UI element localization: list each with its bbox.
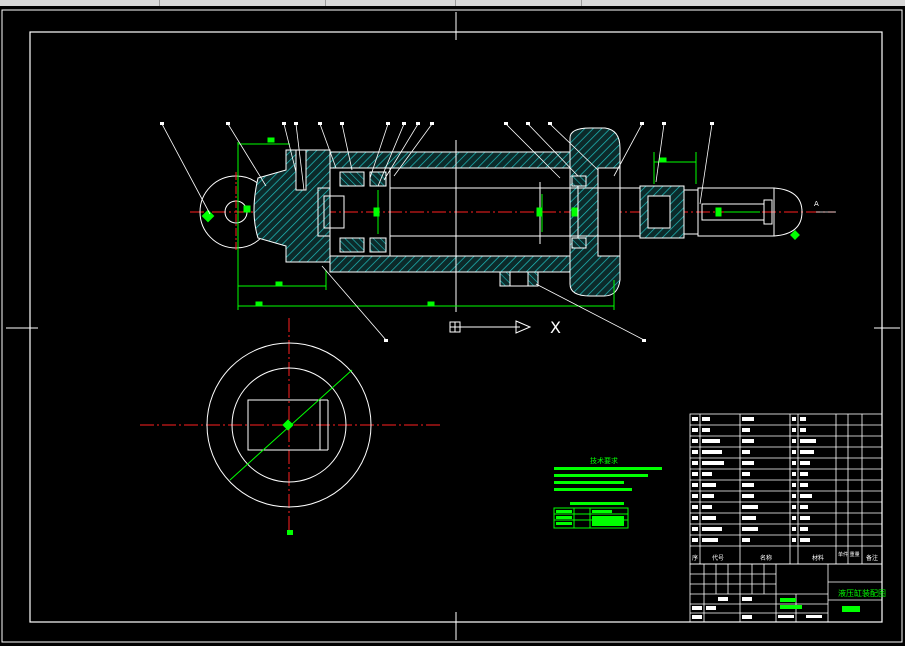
header-weight: 单件 重量 [838, 551, 860, 558]
technical-requirements: 技术要求 [553, 456, 662, 529]
tech-requirements-title: 技术要求 [590, 456, 618, 465]
ucs-x-label: X [550, 318, 561, 337]
title-block-cell-text [692, 597, 822, 619]
header-note: 备注 [866, 554, 878, 562]
header-name: 名称 [760, 554, 772, 562]
end-view [140, 318, 440, 535]
barrel-bottom-wall [329, 255, 599, 273]
sheet-outer-border [1, 9, 903, 643]
cylinder-section-view [190, 127, 835, 312]
parts-list-header: 序 代号 名称 材料 单件 重量 备注 [692, 551, 878, 562]
rear-port [295, 149, 307, 191]
section-label: A [814, 200, 819, 208]
header-code: 代号 [712, 554, 724, 562]
parts-list [689, 413, 883, 565]
cad-drawing-canvas[interactable]: X A 技术要求 序 代号 名称 材料 单件 重量 备注 液压缸装配图 [0, 0, 905, 646]
header-seq: 序 [692, 554, 698, 562]
rear-cap [253, 149, 331, 263]
barrel-top-wall [329, 151, 599, 169]
ucs-icon: X [449, 318, 561, 337]
header-material: 材料 [812, 554, 824, 562]
drawing-title: 液压缸装配图 [838, 588, 886, 598]
